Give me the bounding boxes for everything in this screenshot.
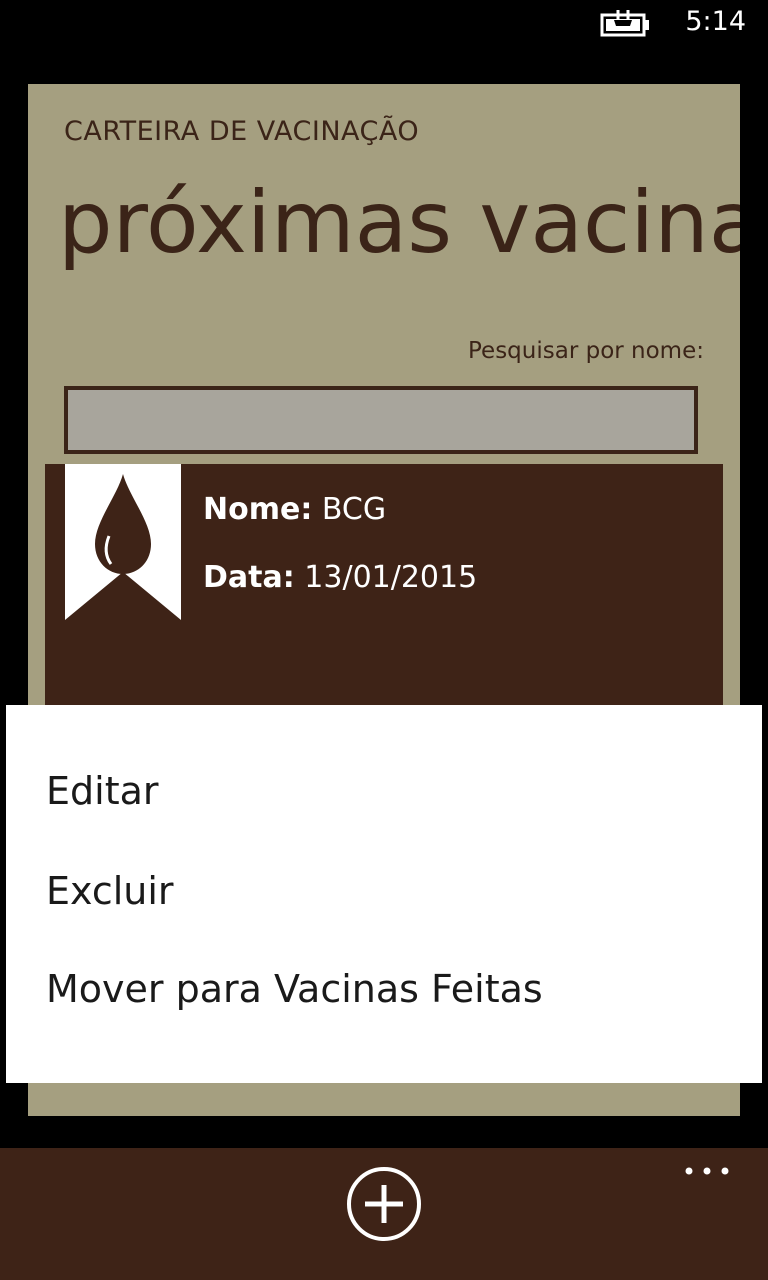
app-title: CARTEIRA DE VACINAÇÃO: [64, 116, 420, 147]
blood-drop-ribbon-icon: [65, 464, 181, 620]
menu-item-edit[interactable]: Editar: [46, 769, 159, 813]
date-label: Data:: [203, 560, 295, 595]
ellipsis-icon[interactable]: [682, 1156, 732, 1186]
add-circle-icon[interactable]: [345, 1165, 423, 1243]
menu-item-delete[interactable]: Excluir: [46, 869, 174, 913]
name-value: BCG: [321, 492, 387, 527]
name-label: Nome:: [203, 492, 313, 527]
date-value: 13/01/2015: [304, 560, 478, 595]
search-input[interactable]: [64, 386, 698, 454]
page-title: próximas vacinas: [58, 173, 740, 273]
phone-screen: 5:14 CARTEIRA DE VACINAÇÃO próximas vaci…: [0, 0, 768, 1280]
vaccine-name: Nome: BCG: [203, 492, 386, 527]
app-bar: [0, 1148, 768, 1280]
search-label: Pesquisar por nome:: [468, 338, 704, 364]
menu-item-move-to-done[interactable]: Mover para Vacinas Feitas: [46, 967, 543, 1011]
context-menu: Editar Excluir Mover para Vacinas Feitas: [6, 705, 762, 1083]
vaccine-date: Data: 13/01/2015: [203, 560, 477, 595]
status-bar: 5:14: [0, 0, 768, 46]
clock: 5:14: [685, 6, 746, 37]
battery-charging-icon: [600, 10, 649, 37]
